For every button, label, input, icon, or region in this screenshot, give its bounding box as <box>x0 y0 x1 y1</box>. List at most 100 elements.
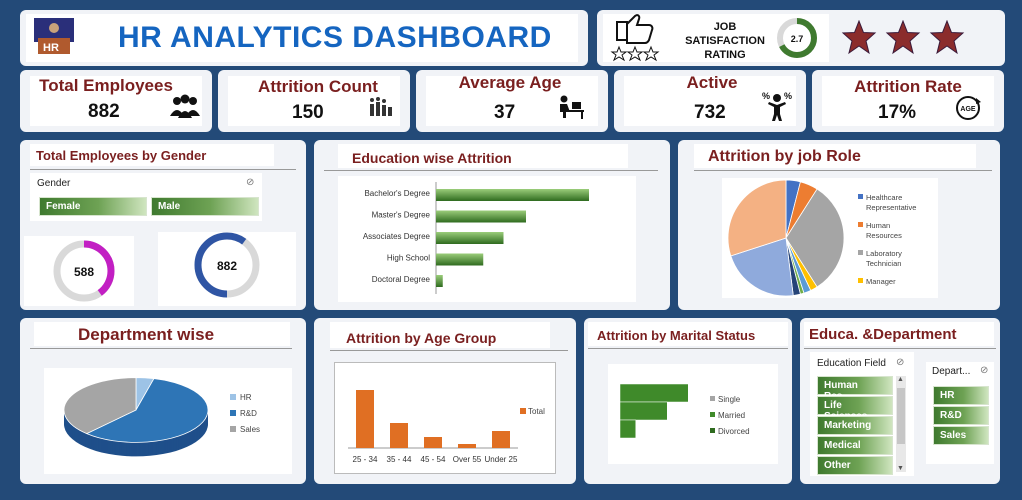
gender-card: Total Employees by Gender Gender ⊘ Femal… <box>20 140 306 310</box>
hr-logo: HR <box>30 16 78 56</box>
male-count: 882 <box>217 259 237 273</box>
header-title-card: HR HR ANALYTICS DASHBOARD <box>20 10 588 66</box>
edu-tick-label: Master's Degree <box>372 211 431 220</box>
edu-bar <box>436 210 526 223</box>
job-role-legend-label: Representative <box>866 203 916 212</box>
age-tick-label: 45 - 54 <box>421 455 446 464</box>
edu-tick-label: Associates Degree <box>363 232 431 241</box>
education-attrition-title: Education wise Attrition <box>352 150 512 166</box>
education-field-option[interactable]: Medical <box>817 436 893 455</box>
legend-swatch <box>858 278 863 283</box>
marital-legend-label: Married <box>718 411 745 420</box>
dept-legend-label: HR <box>240 393 252 402</box>
job-role-card: Attrition by job Role Healthcare Represen… <box>678 140 1000 310</box>
age-bar <box>424 437 442 448</box>
scroll-thumb[interactable] <box>897 388 905 444</box>
education-field-option[interactable]: Life Sciences <box>817 396 893 422</box>
svg-text:%: % <box>762 91 770 101</box>
department-card: Department wise HR R&D Sales <box>20 318 306 484</box>
filter-clear-icon[interactable]: ⊘ <box>246 177 254 188</box>
legend-swatch <box>230 410 236 416</box>
marital-bar <box>619 383 689 403</box>
department-option[interactable]: R&D <box>933 406 989 425</box>
gender-option-female[interactable]: Female <box>39 197 147 216</box>
legend-swatch <box>230 394 236 400</box>
job-role-title: Attrition by job Role <box>708 148 861 165</box>
gender-option-male[interactable]: Male <box>151 197 259 216</box>
age-tick-label: Over 55 <box>453 455 482 464</box>
legend-swatch <box>858 222 863 227</box>
department-filter-header: Depart... <box>932 366 971 377</box>
job-role-legend-label: Laboratory <box>866 249 902 258</box>
legend-swatch <box>710 396 715 401</box>
job-satisfaction-value: 2.7 <box>791 34 804 44</box>
edu-bar <box>436 232 504 244</box>
edu-tick-label: Bachelor's Degree <box>364 189 430 198</box>
gender-filter-header: Gender <box>37 178 71 189</box>
marital-bar-chart: Single Married Divorced <box>619 383 750 439</box>
legend-swatch <box>858 194 863 199</box>
kpi-value: 37 <box>494 102 516 123</box>
age-bar <box>492 431 510 448</box>
scroll-up-icon[interactable]: ▲ <box>897 376 904 383</box>
legend-swatch <box>520 408 526 414</box>
age-tick-label: 35 - 44 <box>387 455 412 464</box>
female-count: 588 <box>74 265 94 279</box>
job-role-legend-label: Manager <box>866 277 896 286</box>
dept-legend-label: R&D <box>240 409 257 418</box>
marital-legend-label: Divorced <box>718 427 750 436</box>
age-group-title: Attrition by Age Group <box>346 330 497 346</box>
age-cycle-icon: AGE <box>954 94 984 127</box>
gender-title: Total Employees by Gender <box>36 148 207 163</box>
education-field-header: Education Field <box>817 358 886 369</box>
people-group-icon <box>168 94 202 125</box>
edu-bar <box>436 189 589 201</box>
job-satisfaction-gauge: 2.7 <box>775 16 819 60</box>
star-icon <box>885 19 921 55</box>
edu-tick-label: Doctoral Degree <box>372 275 431 284</box>
education-field-option[interactable]: Marketing <box>817 416 893 435</box>
edu-department-card: Educa. &Department Education Field ⊘ Hum… <box>800 318 1000 484</box>
marital-legend-label: Single <box>718 395 741 404</box>
education-attrition-card: Education wise Attrition Bachelor's Degr… <box>314 140 670 310</box>
job-satisfaction-card: JOB SATISFACTION RATING 2.7 <box>597 10 1005 66</box>
legend-swatch <box>710 412 715 417</box>
department-pie-chart: HR R&D Sales <box>63 377 260 457</box>
marital-bar <box>619 419 636 439</box>
age-bar <box>458 444 476 448</box>
kpi-attrition-count: Attrition Count 150 <box>218 70 410 132</box>
kpi-value: 17% <box>878 102 917 123</box>
edu-department-title: Educa. &Department <box>809 326 957 343</box>
department-title: Department wise <box>78 325 215 344</box>
people-leaving-icon <box>368 96 394 123</box>
department-option[interactable]: Sales <box>933 426 989 445</box>
education-field-option[interactable]: Other <box>817 456 893 475</box>
kpi-attrition-rate: Attrition Rate 17% AGE <box>812 70 1004 132</box>
kpi-value: 150 <box>292 102 324 123</box>
scroll-down-icon[interactable]: ▼ <box>897 465 904 472</box>
age-legend-label: Total <box>528 407 545 416</box>
dept-legend-label: Sales <box>240 425 260 434</box>
marital-bar <box>619 401 668 421</box>
filter-clear-icon[interactable]: ⊘ <box>896 357 904 368</box>
filter-clear-icon[interactable]: ⊘ <box>980 365 988 376</box>
education-field-scrollbar[interactable]: ▲ ▼ <box>896 376 906 472</box>
age-tick-label: Under 25 <box>485 455 518 464</box>
edu-tick-label: High School <box>387 254 430 263</box>
star-icon <box>841 19 877 55</box>
dashboard-title: HR ANALYTICS DASHBOARD <box>118 21 552 54</box>
age-group-card: Attrition by Age Group 25 - 34 35 - 44 45 … <box>314 318 576 484</box>
legend-swatch <box>858 250 863 255</box>
education-field-option[interactable]: Human Res... <box>817 376 893 402</box>
age-group-bar-chart: 25 - 34 35 - 44 45 - 54 Over 55 Under 25 Tota… <box>348 390 545 464</box>
kpi-active: Active 732 % % <box>614 70 806 132</box>
department-option[interactable]: HR <box>933 386 989 405</box>
desk-worker-icon <box>556 94 586 125</box>
marital-status-title: Attrition by Marital Status <box>597 328 756 343</box>
job-role-legend-label: Resources <box>866 231 902 240</box>
star-icon <box>929 19 965 55</box>
legend-swatch <box>230 426 236 432</box>
male-donut: 882 <box>191 229 263 306</box>
job-role-legend-label: Healthcare <box>866 193 902 202</box>
legend-swatch <box>710 428 715 433</box>
